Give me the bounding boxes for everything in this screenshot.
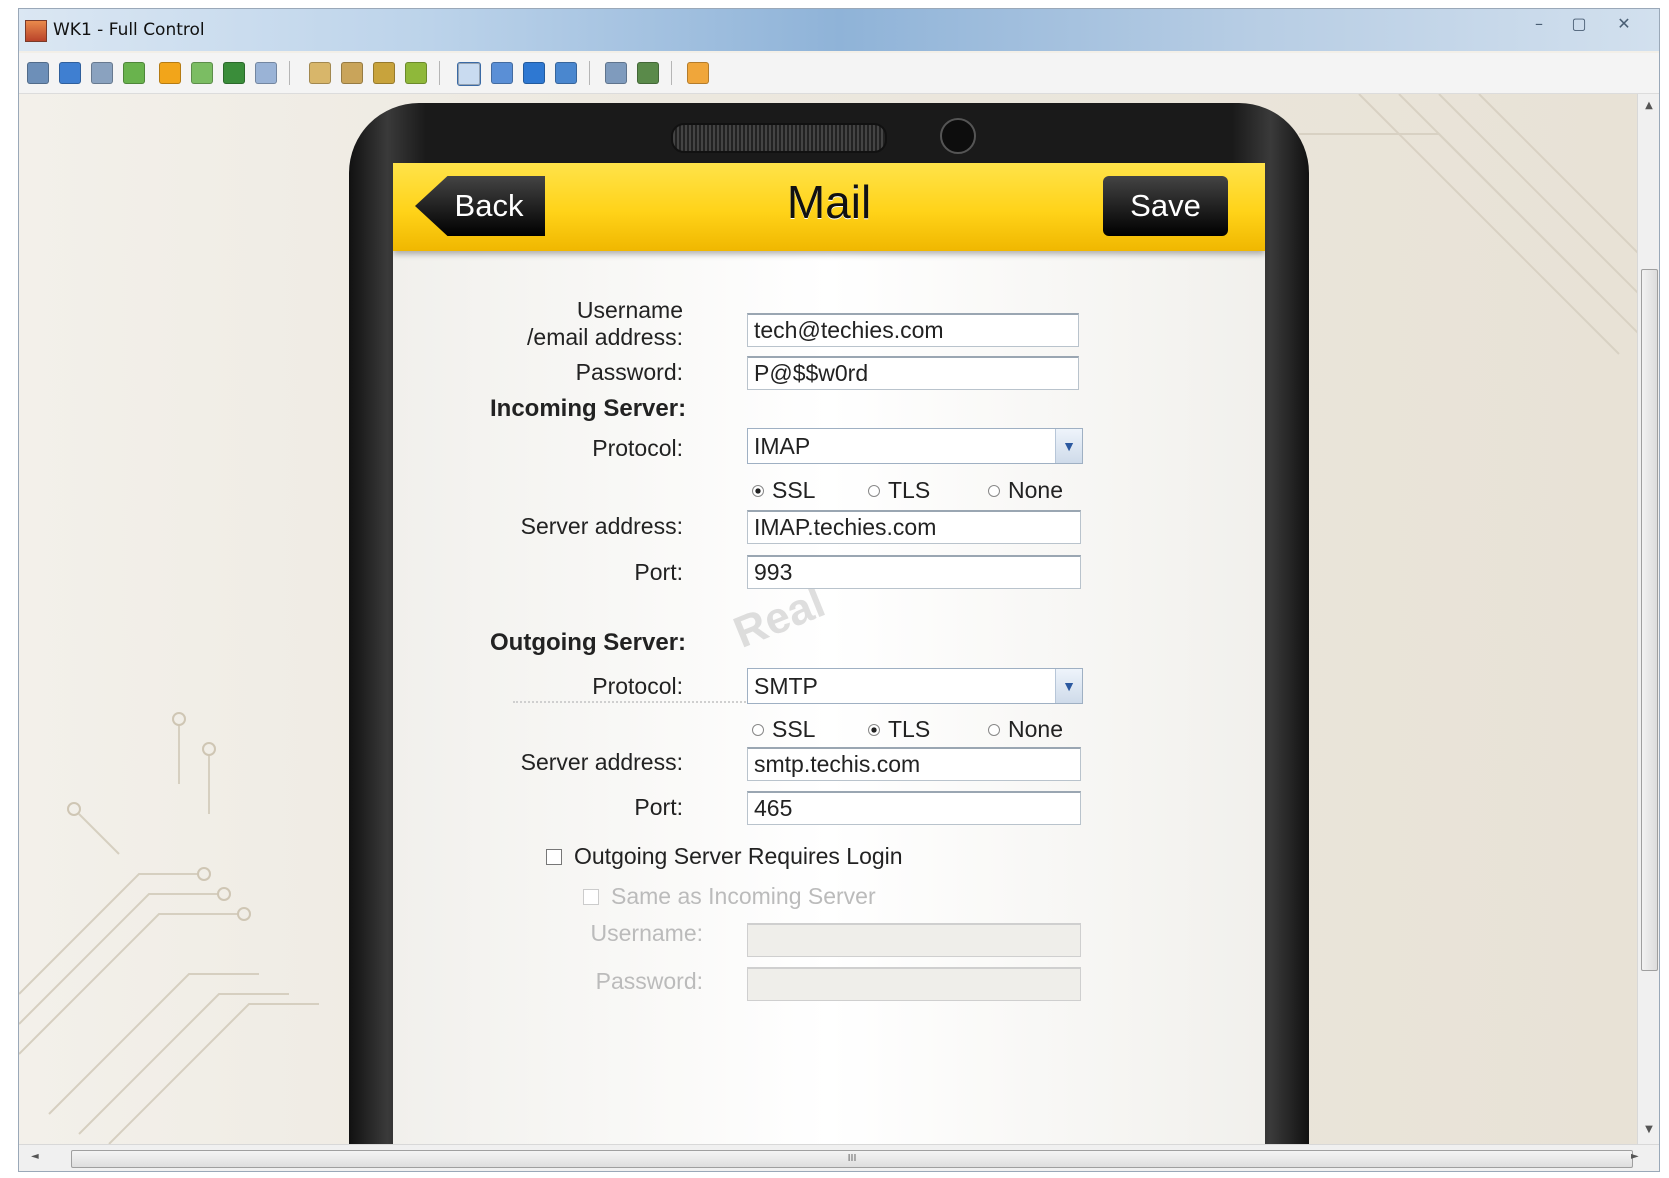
password-field[interactable]: P@$$w0rd	[747, 356, 1079, 390]
save-button[interactable]: Save	[1103, 176, 1228, 236]
radio-unselected-icon	[752, 724, 764, 736]
outgoing-server-heading: Outgoing Server:	[490, 629, 687, 656]
info-icon[interactable]	[159, 62, 181, 84]
phone-frame: Back Mail Save Real Username /email addr…	[349, 103, 1309, 1144]
same-as-incoming-checkbox: Same as Incoming Server	[583, 883, 876, 910]
username-field[interactable]: tech@techies.com	[747, 313, 1079, 347]
requires-login-label: Outgoing Server Requires Login	[574, 843, 903, 869]
outgoing-tls-label: TLS	[888, 716, 931, 742]
incoming-server-heading: Incoming Server:	[490, 395, 687, 422]
speaker-grille	[671, 123, 887, 153]
remote-viewport[interactable]: Back Mail Save Real Username /email addr…	[19, 94, 1637, 1144]
login-username-label: Username:	[590, 920, 703, 946]
incoming-none-label: None	[1008, 477, 1063, 503]
chevron-down-icon[interactable]: ▼	[1055, 669, 1082, 703]
toolbar-separator	[439, 61, 440, 85]
incoming-protocol-value: IMAP	[754, 433, 811, 459]
fullscreen-icon[interactable]	[457, 62, 481, 86]
outgoing-protocol-select[interactable]: SMTP ▼	[747, 668, 1083, 704]
tools-icon[interactable]	[637, 62, 659, 84]
incoming-ssl-radio[interactable]: SSL	[752, 477, 815, 504]
window-title: WK1 - Full Control	[53, 20, 205, 40]
transfer-icon[interactable]	[123, 62, 145, 84]
checkbox-icon	[583, 889, 599, 905]
window-icon[interactable]	[523, 62, 545, 84]
same-as-incoming-label: Same as Incoming Server	[611, 883, 876, 909]
outgoing-port-label: Port:	[634, 794, 683, 820]
horizontal-scrollbar[interactable]: ◄ III ►	[19, 1144, 1659, 1171]
toolbar-separator	[671, 61, 672, 85]
incoming-server-field[interactable]: IMAP.techies.com	[747, 510, 1081, 544]
incoming-ssl-label: SSL	[772, 477, 816, 503]
toolbar	[19, 53, 1659, 94]
close-button[interactable]: ✕	[1599, 12, 1649, 36]
toolbar-separator	[589, 61, 590, 85]
outgoing-ssl-radio[interactable]: SSL	[752, 716, 815, 743]
layers-icon[interactable]	[605, 62, 627, 84]
incoming-port-label: Port:	[634, 559, 683, 585]
checkbox-icon	[546, 849, 562, 865]
outgoing-none-radio[interactable]: None	[988, 716, 1063, 743]
login-password-field	[747, 967, 1081, 1001]
incoming-protocol-select[interactable]: IMAP ▼	[747, 428, 1083, 464]
incoming-server-label: Server address:	[520, 513, 683, 539]
radio-selected-icon	[868, 724, 880, 736]
terminal-icon[interactable]	[91, 62, 113, 84]
lock-icon[interactable]	[373, 62, 395, 84]
outgoing-none-label: None	[1008, 716, 1063, 742]
app-icon	[25, 20, 47, 42]
incoming-port-field[interactable]: 993	[747, 555, 1081, 589]
watermark: Real	[727, 577, 832, 658]
scroll-left-icon[interactable]: ◄	[31, 1151, 39, 1162]
outgoing-port-field[interactable]: 465	[747, 791, 1081, 825]
incoming-tls-label: TLS	[888, 477, 931, 503]
radio-unselected-icon	[988, 724, 1000, 736]
monitor-icon[interactable]	[59, 62, 81, 84]
username-label-line1: Username	[576, 297, 683, 323]
outgoing-server-field[interactable]: smtp.techis.com	[747, 747, 1081, 781]
maximize-button[interactable]: ▢	[1559, 12, 1599, 36]
chat-icon[interactable]	[191, 62, 213, 84]
fit-icon[interactable]	[491, 62, 513, 84]
outgoing-server-label: Server address:	[520, 749, 683, 775]
scroll-right-icon[interactable]: ►	[1631, 1151, 1639, 1162]
incoming-tls-radio[interactable]: TLS	[868, 477, 930, 504]
outgoing-protocol-value: SMTP	[754, 673, 818, 699]
chevron-down-icon[interactable]: ▼	[1055, 429, 1082, 463]
outgoing-protocol-label: Protocol:	[592, 673, 683, 699]
vertical-scroll-thumb[interactable]	[1641, 269, 1658, 971]
password-label: Password:	[575, 359, 683, 385]
login-password-label: Password:	[595, 968, 703, 994]
horizontal-scroll-thumb[interactable]: III	[71, 1150, 1633, 1168]
users-icon[interactable]	[341, 62, 363, 84]
vertical-scrollbar[interactable]: ▲ ▼	[1637, 94, 1659, 1144]
scroll-up-icon[interactable]: ▲	[1638, 100, 1659, 111]
message-icon[interactable]	[255, 62, 277, 84]
mail-header: Back Mail Save	[393, 163, 1265, 251]
radio-unselected-icon	[988, 485, 1000, 497]
camera-icon	[940, 118, 976, 154]
scroll-down-icon[interactable]: ▼	[1638, 1124, 1659, 1135]
outgoing-tls-radio[interactable]: TLS	[868, 716, 930, 743]
save-icon[interactable]	[27, 62, 49, 84]
radio-selected-icon	[752, 485, 764, 497]
scale-icon[interactable]	[555, 62, 577, 84]
circuit-decoration-left	[19, 712, 319, 1144]
radio-unselected-icon	[868, 485, 880, 497]
outgoing-ssl-label: SSL	[772, 716, 816, 742]
login-username-field	[747, 923, 1081, 957]
user-icon[interactable]	[309, 62, 331, 84]
title-bar[interactable]: WK1 - Full Control – ▢ ✕	[19, 9, 1659, 51]
exit-icon[interactable]	[687, 62, 709, 84]
phone-icon[interactable]	[223, 62, 245, 84]
minimize-button[interactable]: –	[1519, 12, 1559, 36]
incoming-none-radio[interactable]: None	[988, 477, 1063, 504]
app-window: WK1 - Full Control – ▢ ✕ Back Mail Save …	[18, 8, 1660, 1172]
phone-screen: Back Mail Save Real Username /email addr…	[393, 163, 1265, 1144]
requires-login-checkbox[interactable]: Outgoing Server Requires Login	[546, 843, 903, 870]
toolbar-separator	[289, 61, 290, 85]
username-label-line2: /email address:	[527, 324, 683, 350]
unlock-icon[interactable]	[405, 62, 427, 84]
incoming-protocol-label: Protocol:	[592, 435, 683, 461]
